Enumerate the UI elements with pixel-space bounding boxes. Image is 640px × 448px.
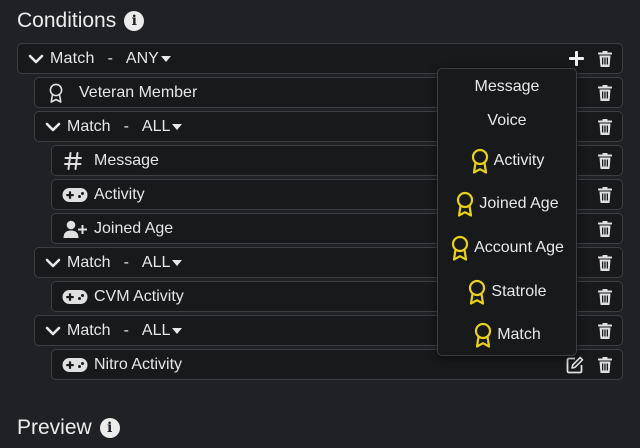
chevron-down-icon[interactable] <box>45 323 61 339</box>
match-mode-dropdown[interactable]: ALL <box>142 254 182 272</box>
trash-icon[interactable] <box>598 289 612 305</box>
info-icon[interactable]: i <box>124 11 145 31</box>
menu-item-label: Account Age <box>474 239 564 256</box>
award-icon <box>473 322 493 348</box>
user-plus-icon <box>63 220 87 238</box>
condition-label: Nitro Activity <box>94 355 183 373</box>
add-condition-menu: Message Voice Activity Joined Age Accoun… <box>437 68 577 356</box>
menu-item-label: Statrole <box>491 283 547 300</box>
award-outline-icon <box>48 83 64 103</box>
trash-icon[interactable] <box>598 221 612 237</box>
match-separator: - <box>123 321 129 339</box>
trash-icon[interactable] <box>598 153 612 169</box>
trash-icon[interactable] <box>598 323 612 339</box>
award-icon <box>450 235 470 261</box>
condition-label: Joined Age <box>94 219 174 237</box>
menu-item-activity[interactable]: Activity <box>438 147 576 175</box>
menu-item-label: Voice <box>487 112 527 129</box>
condition-label: Veteran Member <box>79 83 198 101</box>
chevron-down-icon[interactable] <box>45 119 61 135</box>
chevron-down-icon[interactable] <box>28 51 44 67</box>
match-mode-value: ANY <box>125 49 159 67</box>
trash-icon[interactable] <box>598 255 612 271</box>
caret-down-icon <box>172 259 182 267</box>
menu-item-voice[interactable]: Voice <box>438 110 576 132</box>
condition-label: CVM Activity <box>94 287 184 305</box>
match-label: Match <box>67 321 111 339</box>
caret-down-icon <box>172 327 182 335</box>
edit-icon[interactable] <box>566 356 584 374</box>
match-label: Match <box>50 49 95 67</box>
award-icon <box>455 191 475 217</box>
gamepad-icon <box>62 289 88 305</box>
match-mode-dropdown[interactable]: ALL <box>142 118 182 136</box>
match-label: Match <box>67 117 111 135</box>
match-separator: - <box>107 49 113 67</box>
award-icon <box>470 148 490 174</box>
match-mode-dropdown[interactable]: ANY <box>126 50 171 68</box>
gamepad-icon <box>62 357 88 373</box>
match-separator: - <box>123 117 129 135</box>
preview-heading: Preview i <box>17 416 120 440</box>
trash-icon[interactable] <box>598 119 612 135</box>
trash-icon[interactable] <box>598 187 612 203</box>
hash-icon <box>64 152 82 170</box>
match-mode-value: ALL <box>141 117 171 135</box>
match-label: Match <box>67 253 111 271</box>
menu-item-account-age[interactable]: Account Age <box>438 234 576 262</box>
trash-icon[interactable] <box>598 51 612 67</box>
conditions-title: Conditions <box>17 9 117 32</box>
match-mode-value: ALL <box>141 253 171 271</box>
caret-down-icon <box>161 55 171 63</box>
conditions-heading: Conditions i <box>17 9 145 33</box>
award-icon <box>467 279 487 305</box>
menu-item-label: Match <box>497 326 541 343</box>
menu-item-label: Joined Age <box>479 195 559 212</box>
preview-title: Preview <box>17 416 92 439</box>
condition-label: Activity <box>94 185 145 203</box>
menu-item-joined-age[interactable]: Joined Age <box>438 190 576 218</box>
trash-icon[interactable] <box>598 85 612 101</box>
gamepad-icon <box>62 187 88 203</box>
match-mode-dropdown[interactable]: ALL <box>142 322 182 340</box>
menu-item-match[interactable]: Match <box>438 321 576 349</box>
menu-item-label: Message <box>474 78 540 95</box>
condition-label: Message <box>94 151 159 169</box>
trash-icon[interactable] <box>598 357 612 373</box>
menu-item-statrole[interactable]: Statrole <box>438 278 576 306</box>
menu-item-label: Activity <box>493 152 545 169</box>
match-separator: - <box>123 253 129 271</box>
match-mode-value: ALL <box>141 321 171 339</box>
caret-down-icon <box>172 123 182 131</box>
plus-icon[interactable] <box>569 51 584 66</box>
menu-item-message[interactable]: Message <box>438 76 576 98</box>
info-icon[interactable]: i <box>99 418 120 438</box>
chevron-down-icon[interactable] <box>45 255 61 271</box>
